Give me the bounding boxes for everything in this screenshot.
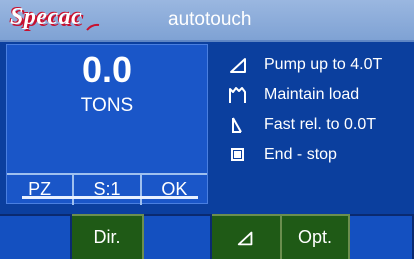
softkey-6[interactable] (350, 214, 414, 259)
softkey-bar: Dir. Opt. (0, 214, 414, 259)
direction-softkey[interactable]: Dir. (72, 214, 144, 259)
title-bar: Specac autotouch (0, 0, 414, 42)
load-unit: TONS (80, 95, 134, 116)
step-label: Maintain load (264, 86, 360, 103)
release-icon (232, 117, 242, 133)
softkey-3[interactable] (144, 214, 212, 259)
readout-button-row: PZ S:1 OK (7, 173, 207, 205)
step-button[interactable]: S:1 (74, 175, 142, 205)
load-readout-panel: 0.0 TONS PZ S:1 OK (6, 44, 208, 205)
button-row-underline (22, 196, 198, 199)
options-softkey[interactable]: Opt. (282, 214, 350, 259)
step-release: Fast rel. to 0.0T (228, 110, 414, 140)
step-label: Pump up to 4.0T (264, 56, 383, 73)
softkey-1[interactable] (0, 214, 72, 259)
load-value: 0.0 (81, 49, 133, 90)
step-end: End - stop (228, 140, 414, 170)
hold-icon (229, 87, 246, 103)
ramp-up-icon (237, 231, 253, 245)
step-pump-up: Pump up to 4.0T (228, 50, 414, 80)
stop-square-icon (231, 148, 244, 161)
ok-button[interactable]: OK (142, 175, 207, 205)
step-label: Fast rel. to 0.0T (264, 116, 377, 133)
program-steps: Pump up to 4.0T Maintain load Fast rel. … (228, 50, 414, 170)
ramp-softkey[interactable] (212, 214, 282, 259)
logo-swoosh-icon (86, 23, 100, 31)
screen-title: autotouch (168, 9, 252, 30)
specac-logo: Specac (10, 4, 83, 30)
step-maintain: Maintain load (228, 80, 414, 110)
step-label: End - stop (264, 146, 337, 163)
ramp-up-icon (230, 58, 246, 73)
pz-button[interactable]: PZ (7, 175, 75, 205)
